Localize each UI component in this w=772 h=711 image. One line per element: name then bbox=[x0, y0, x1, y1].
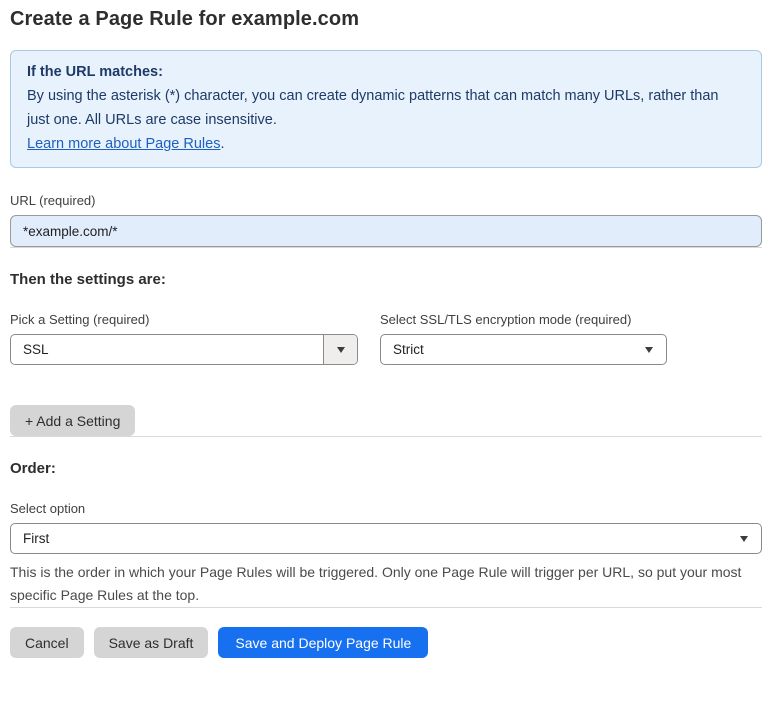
order-select-label: Select option bbox=[10, 501, 86, 516]
link-suffix: . bbox=[220, 136, 225, 152]
divider bbox=[10, 247, 762, 248]
order-help-text: This is the order in which your Page Rul… bbox=[10, 564, 742, 603]
chevron-down-icon bbox=[645, 346, 666, 353]
mode-picker-column: Select SSL/TLS encryption mode (required… bbox=[380, 288, 667, 365]
setting-picker-column: Pick a Setting (required) SSL bbox=[10, 288, 358, 365]
chevron-down-icon[interactable] bbox=[323, 335, 357, 364]
settings-row: Pick a Setting (required) SSL Select SSL… bbox=[10, 288, 762, 365]
page-title: Create a Page Rule for example.com bbox=[10, 8, 360, 30]
url-label: URL (required) bbox=[10, 193, 96, 208]
setting-picker-label: Pick a Setting (required) bbox=[10, 312, 150, 327]
setting-select-value: SSL bbox=[23, 342, 49, 357]
info-box-body: By using the asterisk (*) character, you… bbox=[27, 88, 719, 128]
ssl-mode-select[interactable]: Strict bbox=[380, 334, 667, 365]
save-deploy-button[interactable]: Save and Deploy Page Rule bbox=[218, 627, 429, 658]
footer-actions: Cancel Save as Draft Save and Deploy Pag… bbox=[10, 627, 762, 658]
divider bbox=[10, 607, 762, 608]
setting-select[interactable]: SSL bbox=[10, 334, 358, 365]
info-box-heading: If the URL matches: bbox=[27, 64, 163, 80]
ssl-mode-select-value: Strict bbox=[393, 342, 424, 357]
url-input[interactable] bbox=[10, 215, 762, 247]
order-select[interactable]: First bbox=[10, 523, 762, 554]
settings-section-heading: Then the settings are: bbox=[10, 271, 166, 288]
url-match-info-box: If the URL matches: By using the asteris… bbox=[10, 50, 762, 168]
order-section-heading: Order: bbox=[10, 460, 56, 477]
add-setting-button[interactable]: + Add a Setting bbox=[10, 405, 136, 436]
mode-picker-label: Select SSL/TLS encryption mode (required… bbox=[380, 312, 632, 327]
learn-more-link[interactable]: Learn more about Page Rules bbox=[27, 136, 220, 152]
cancel-button[interactable]: Cancel bbox=[10, 627, 84, 658]
chevron-down-icon bbox=[740, 535, 761, 542]
order-select-value: First bbox=[23, 531, 50, 546]
save-draft-button[interactable]: Save as Draft bbox=[93, 627, 209, 658]
divider bbox=[10, 436, 762, 437]
create-page-rule-form: Create a Page Rule for example.com If th… bbox=[0, 0, 772, 658]
info-link-row: Learn more about Page Rules. bbox=[27, 132, 745, 156]
